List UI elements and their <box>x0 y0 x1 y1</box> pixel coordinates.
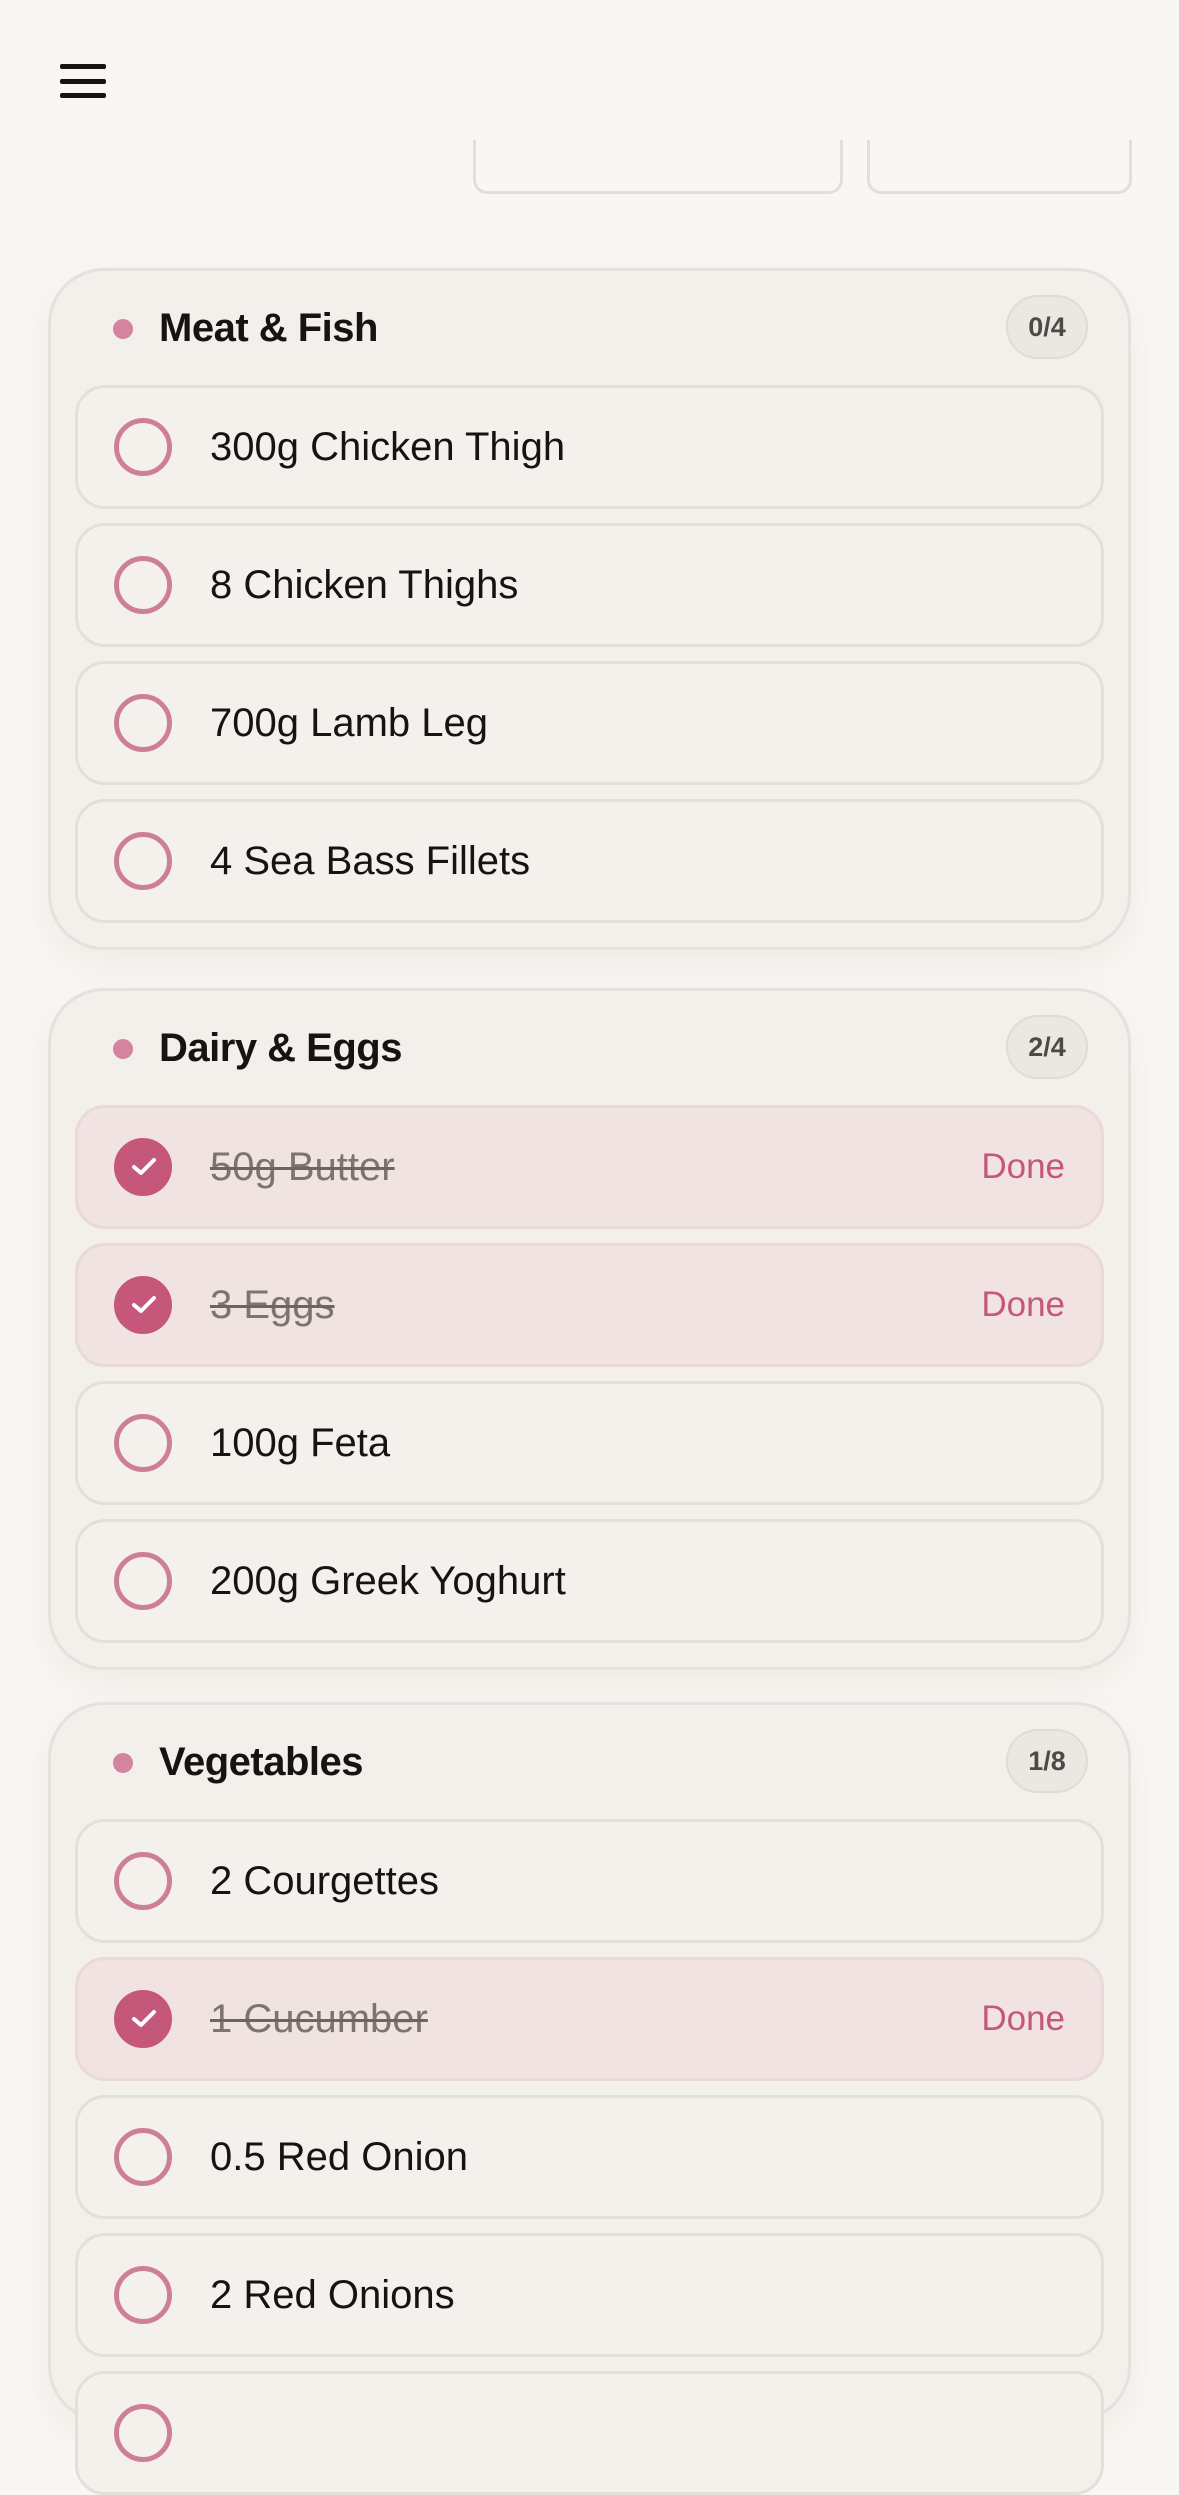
done-status: Done <box>981 1147 1065 1186</box>
checkbox-empty-icon[interactable] <box>114 1852 172 1910</box>
item-label: 100g Feta <box>210 1421 391 1465</box>
category-card-meat-fish: Meat & Fish 0/4 300g Chicken Thigh 8 Chi… <box>48 268 1131 950</box>
item-label: 1 Cucumber <box>210 1997 428 2041</box>
item-label: 2 Courgettes <box>210 1859 440 1903</box>
checkbox-empty-icon[interactable] <box>114 556 172 614</box>
checkbox-checked-icon[interactable] <box>114 1138 172 1196</box>
list-item[interactable]: 0.5 Red Onion <box>75 2095 1104 2219</box>
list-item[interactable]: 1 Cucumber Done <box>75 1957 1104 2081</box>
item-label: 200g Greek Yoghurt <box>210 1559 566 1603</box>
category-count-badge: 1/8 <box>1006 1729 1088 1793</box>
item-label: 4 Sea Bass Fillets <box>210 839 531 883</box>
item-label: 3 Eggs <box>210 1283 335 1327</box>
checkbox-empty-icon[interactable] <box>114 418 172 476</box>
category-count-badge: 0/4 <box>1006 295 1088 359</box>
list-item[interactable] <box>75 2371 1104 2495</box>
checkbox-empty-icon[interactable] <box>114 2404 172 2462</box>
list-item[interactable]: 50g Butter Done <box>75 1105 1104 1229</box>
list-item[interactable]: 2 Courgettes <box>75 1819 1104 1943</box>
list-item[interactable]: 4 Sea Bass Fillets <box>75 799 1104 923</box>
category-card-dairy-eggs: Dairy & Eggs 2/4 50g Butter Done 3 Eggs … <box>48 988 1131 1670</box>
checkbox-empty-icon[interactable] <box>114 694 172 752</box>
done-status: Done <box>981 1285 1065 1324</box>
checkbox-empty-icon[interactable] <box>114 832 172 890</box>
category-header: Dairy & Eggs 2/4 <box>75 991 1104 1105</box>
item-label: 0.5 Red Onion <box>210 2135 468 2179</box>
menu-button[interactable] <box>60 56 120 106</box>
item-label: 700g Lamb Leg <box>210 701 489 745</box>
toolbar-button-left[interactable] <box>473 140 843 194</box>
hamburger-menu-icon <box>60 64 106 69</box>
category-dot-icon <box>113 1753 133 1773</box>
item-label: 50g Butter <box>210 1145 395 1189</box>
list-item[interactable]: 100g Feta <box>75 1381 1104 1505</box>
done-status: Done <box>981 1999 1065 2038</box>
list-item[interactable]: 700g Lamb Leg <box>75 661 1104 785</box>
checkmark-icon <box>132 2010 156 2027</box>
list-item[interactable]: 3 Eggs Done <box>75 1243 1104 1367</box>
category-card-vegetables: Vegetables 1/8 2 Courgettes 1 Cucumber D… <box>48 1702 1131 2495</box>
list-item[interactable]: 2 Red Onions <box>75 2233 1104 2357</box>
category-count-badge: 2/4 <box>1006 1015 1088 1079</box>
item-label: 300g Chicken Thigh <box>210 425 566 469</box>
list-item[interactable]: 8 Chicken Thighs <box>75 523 1104 647</box>
category-header: Vegetables 1/8 <box>75 1705 1104 1819</box>
list-item[interactable]: 300g Chicken Thigh <box>75 385 1104 509</box>
category-title: Meat & Fish <box>159 306 378 350</box>
checkbox-empty-icon[interactable] <box>114 2266 172 2324</box>
category-dot-icon <box>113 1039 133 1059</box>
checkbox-empty-icon[interactable] <box>114 1552 172 1610</box>
list-item[interactable]: 200g Greek Yoghurt <box>75 1519 1104 1643</box>
checkbox-checked-icon[interactable] <box>114 1990 172 2048</box>
category-title: Vegetables <box>159 1740 364 1784</box>
checkmark-icon <box>132 1158 156 1175</box>
category-header: Meat & Fish 0/4 <box>75 271 1104 385</box>
toolbar-button-right[interactable] <box>867 140 1132 194</box>
checkbox-empty-icon[interactable] <box>114 1414 172 1472</box>
item-label: 2 Red Onions <box>210 2273 455 2317</box>
checkmark-icon <box>132 1296 156 1313</box>
checkbox-empty-icon[interactable] <box>114 2128 172 2186</box>
category-title: Dairy & Eggs <box>159 1026 402 1070</box>
item-label: 8 Chicken Thighs <box>210 563 519 607</box>
checkbox-checked-icon[interactable] <box>114 1276 172 1334</box>
category-dot-icon <box>113 319 133 339</box>
